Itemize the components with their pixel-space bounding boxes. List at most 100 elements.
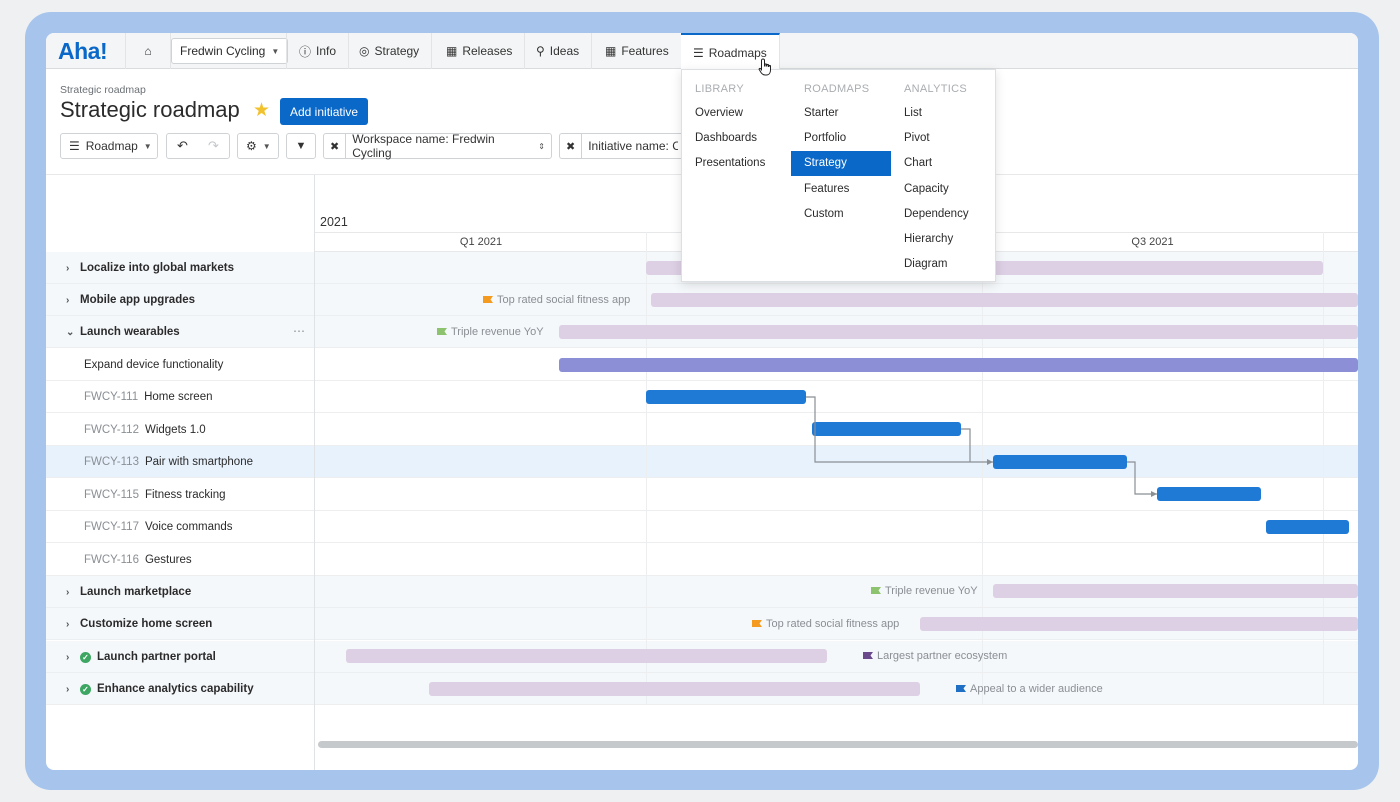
column-header: LIBRARY bbox=[695, 83, 744, 95]
star-icon[interactable]: ★ bbox=[253, 99, 270, 122]
menu-item-presentations[interactable]: Presentations bbox=[695, 151, 765, 176]
separator bbox=[581, 134, 583, 158]
year-label: 2021 bbox=[320, 215, 348, 229]
column-header: ANALYTICS bbox=[904, 83, 968, 95]
goal-text: Top rated social fitness app bbox=[497, 294, 631, 306]
feature-bar[interactable] bbox=[1266, 520, 1349, 534]
quarter-header: Q1 2021 bbox=[315, 232, 647, 252]
initiative-filter[interactable]: ✖ Initiative name: C bbox=[559, 133, 684, 159]
filter-button[interactable]: ▼ bbox=[286, 133, 316, 159]
info-icon: ⓘ bbox=[299, 44, 312, 59]
aha-logo[interactable]: Aha! bbox=[58, 38, 108, 65]
menu-item-dependency[interactable]: Dependency bbox=[904, 201, 969, 226]
nav-releases-label: Releases bbox=[462, 44, 513, 58]
goal-label[interactable]: Largest partner ecosystem bbox=[863, 649, 1007, 663]
filter-icon: ▼ bbox=[295, 140, 307, 152]
nav-releases[interactable]: ▦ Releases bbox=[434, 33, 526, 69]
initiative-filter-label: Initiative name: C bbox=[588, 139, 678, 153]
undo-icon[interactable]: ↶ bbox=[167, 138, 198, 154]
view-select[interactable]: ☰ Roadmap ▼ bbox=[60, 133, 158, 159]
menu-item-dashboards[interactable]: Dashboards bbox=[695, 125, 765, 150]
flag-icon bbox=[863, 652, 873, 660]
horizontal-scrollbar[interactable] bbox=[318, 741, 1358, 748]
goal-label[interactable]: Triple revenue YoY bbox=[437, 325, 544, 339]
analytics-column: ANALYTICS List Pivot Chart Capacity Depe… bbox=[904, 78, 969, 277]
nav-ideas[interactable]: ⚲ Ideas bbox=[524, 33, 593, 69]
goal-text: Top rated social fitness app bbox=[766, 618, 900, 630]
initiative-bar[interactable] bbox=[993, 584, 1358, 598]
menu-item-hierarchy[interactable]: Hierarchy bbox=[904, 226, 969, 251]
undo-redo-group: ↶ ↷ bbox=[166, 133, 230, 159]
workspace-select[interactable]: Fredwin Cycling ▼ bbox=[171, 38, 289, 64]
initiative-bar[interactable] bbox=[920, 617, 1358, 631]
initiative-bar[interactable] bbox=[429, 682, 920, 696]
menu-item-strategy[interactable]: Strategy bbox=[791, 150, 891, 176]
roadmaps-column: ROADMAPS Starter Portfolio Strategy Feat… bbox=[791, 78, 891, 226]
lightbulb-icon: ⚲ bbox=[536, 44, 545, 58]
app-window: Aha! ⌂ Fredwin Cycling ▼ ⓘ Info ◎ Strategy… bbox=[46, 33, 1358, 770]
caret-down-icon: ▼ bbox=[271, 46, 280, 56]
menu-item-chart[interactable]: Chart bbox=[904, 151, 969, 176]
goal-text: Largest partner ecosystem bbox=[877, 650, 1008, 662]
feature-bar[interactable] bbox=[812, 422, 961, 436]
epic-bar[interactable] bbox=[559, 358, 1358, 372]
nav-strategy[interactable]: ◎ Strategy bbox=[347, 33, 433, 69]
goal-label[interactable]: Top rated social fitness app bbox=[483, 293, 630, 307]
quarter-header-q4 bbox=[1323, 232, 1358, 252]
add-initiative-button[interactable]: Add initiative bbox=[280, 98, 369, 125]
goal-text: Triple revenue YoY bbox=[451, 326, 544, 338]
quarter-divider bbox=[646, 232, 647, 705]
menu-item-capacity[interactable]: Capacity bbox=[904, 176, 969, 201]
menu-item-pivot[interactable]: Pivot bbox=[904, 125, 969, 150]
column-header: ROADMAPS bbox=[804, 83, 870, 95]
menu-item-features[interactable]: Features bbox=[804, 176, 891, 201]
workspace-filter[interactable]: ✖ Workspace name: Fredwin Cycling ⇕ bbox=[323, 132, 552, 160]
feature-bar[interactable] bbox=[1157, 487, 1261, 501]
remove-filter-icon[interactable]: ✖ bbox=[566, 140, 575, 153]
view-select-label: Roadmap bbox=[85, 139, 138, 153]
initiative-bar[interactable] bbox=[559, 325, 1358, 339]
menu-item-custom[interactable]: Custom bbox=[804, 201, 891, 226]
nav-ideas-label: Ideas bbox=[549, 44, 580, 58]
menu-item-list[interactable]: List bbox=[904, 100, 969, 125]
goal-label[interactable]: Appeal to a wider audience bbox=[956, 682, 1103, 696]
goal-text: Appeal to a wider audience bbox=[970, 683, 1103, 695]
calendar-icon: ▦ bbox=[446, 44, 458, 58]
hand-cursor-icon bbox=[758, 58, 771, 76]
initiative-bar[interactable] bbox=[346, 649, 827, 663]
workspace-filter-label: Workspace name: Fredwin Cycling bbox=[352, 132, 495, 160]
menu-item-diagram[interactable]: Diagram bbox=[904, 252, 969, 277]
flag-icon bbox=[437, 328, 447, 336]
caret-down-icon: ▼ bbox=[143, 141, 152, 151]
flag-icon bbox=[871, 587, 881, 595]
menu-item-starter[interactable]: Starter bbox=[804, 100, 891, 125]
home-button[interactable]: ⌂ bbox=[125, 33, 171, 69]
settings-button[interactable]: ⚙ ▼ bbox=[237, 133, 279, 159]
feature-bar[interactable] bbox=[993, 455, 1127, 469]
nav-info[interactable]: ⓘ Info bbox=[286, 33, 350, 69]
goal-text: Triple revenue YoY bbox=[885, 585, 978, 597]
goal-label[interactable]: Top rated social fitness app bbox=[752, 617, 899, 631]
nav-info-label: Info bbox=[316, 44, 337, 58]
separator bbox=[345, 134, 347, 158]
gear-icon: ⚙ bbox=[246, 139, 257, 153]
row-labels-column bbox=[46, 175, 315, 770]
quarter-header: Q3 2021 bbox=[982, 232, 1323, 252]
remove-filter-icon[interactable]: ✖ bbox=[330, 140, 339, 153]
sort-icon: ⇕ bbox=[538, 141, 545, 151]
menu-item-portfolio[interactable]: Portfolio bbox=[804, 125, 891, 150]
caret-down-icon: ▼ bbox=[262, 141, 271, 151]
menu-item-overview[interactable]: Overview bbox=[695, 100, 765, 125]
roadmap-icon: ☰ bbox=[693, 45, 704, 60]
workspace-name: Fredwin Cycling bbox=[180, 44, 266, 58]
flag-icon bbox=[956, 685, 966, 693]
page-title: Strategic roadmap bbox=[60, 97, 240, 122]
nav-features[interactable]: ▦ Features bbox=[593, 33, 682, 69]
target-icon: ◎ bbox=[359, 44, 370, 58]
feature-bar[interactable] bbox=[646, 390, 806, 404]
breadcrumb[interactable]: Strategic roadmap bbox=[60, 84, 146, 96]
goal-label[interactable]: Triple revenue YoY bbox=[871, 584, 978, 598]
redo-icon[interactable]: ↷ bbox=[198, 138, 229, 154]
initiative-bar[interactable] bbox=[651, 293, 1358, 307]
grid-icon: ▦ bbox=[605, 44, 617, 58]
